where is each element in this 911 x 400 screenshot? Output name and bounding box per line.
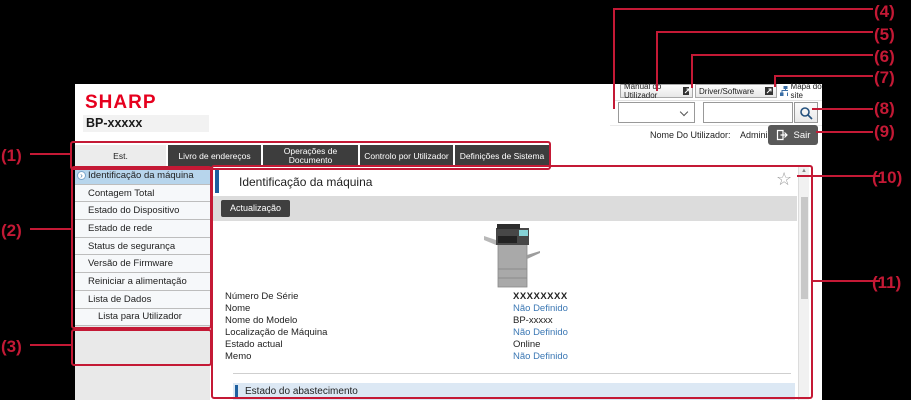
- callout-5-label: (5): [874, 25, 895, 45]
- callout-line-5: [656, 31, 658, 91]
- callout-8-label: (8): [874, 99, 895, 119]
- callout-7-label: (7): [874, 68, 895, 88]
- callout-line-11: [813, 280, 880, 282]
- callout-box-sidebar: [71, 166, 212, 329]
- callout-10-label: (10): [872, 168, 902, 188]
- callout-line-4: [613, 8, 615, 109]
- callout-1-label: (1): [1, 146, 22, 166]
- search-icon: [799, 106, 813, 120]
- callout-line-7: [776, 75, 873, 77]
- callout-6-label: (6): [874, 47, 895, 67]
- chevron-down-icon: [680, 108, 688, 116]
- callout-3-label: (3): [1, 337, 22, 357]
- callout-line-6: [693, 54, 873, 56]
- callout-11-label: (11): [872, 273, 901, 293]
- callout-line-2: [30, 228, 71, 230]
- callout-line-3: [30, 344, 71, 346]
- callout-4-label: (4): [874, 2, 895, 22]
- sitemap-link[interactable]: Mapa do site: [780, 85, 822, 97]
- header-divider: [615, 100, 822, 101]
- sitemap-label: Mapa do site: [791, 82, 822, 100]
- driver-software-label: Driver/Software: [699, 87, 754, 96]
- callout-line-6: [691, 54, 693, 88]
- callout-line-9: [816, 131, 873, 133]
- callout-line-1: [30, 153, 70, 155]
- model-name: BP-xxxxx: [83, 115, 209, 132]
- search-input[interactable]: [703, 102, 793, 123]
- callout-line-4: [615, 8, 873, 10]
- callout-line-10: [797, 175, 880, 177]
- external-link-icon: [765, 87, 773, 95]
- login-user-label: Nome Do Utilizador:: [650, 130, 731, 140]
- callout-line-7: [774, 75, 776, 87]
- external-link-icon: [683, 87, 689, 95]
- callout-line-8: [812, 108, 873, 110]
- language-select[interactable]: [618, 102, 695, 123]
- sitemap-icon: [780, 86, 788, 96]
- callout-line-5: [658, 31, 873, 33]
- logout-button[interactable]: Sair: [768, 125, 818, 145]
- logout-icon: [776, 129, 788, 141]
- callout-box-content: [211, 165, 813, 399]
- sharp-logo: SHARP: [85, 92, 157, 114]
- screenshot-canvas: SHARP BP-xxxxx Manual do Utilizador Driv…: [0, 0, 911, 400]
- user-manual-label: Manual do Utilizador: [624, 82, 683, 100]
- callout-box-custom-link: [71, 329, 212, 366]
- driver-software-button[interactable]: Driver/Software: [695, 84, 777, 98]
- callout-9-label: (9): [874, 122, 895, 142]
- logout-label: Sair: [794, 130, 811, 141]
- callout-2-label: (2): [1, 221, 22, 241]
- search-button[interactable]: [794, 102, 818, 123]
